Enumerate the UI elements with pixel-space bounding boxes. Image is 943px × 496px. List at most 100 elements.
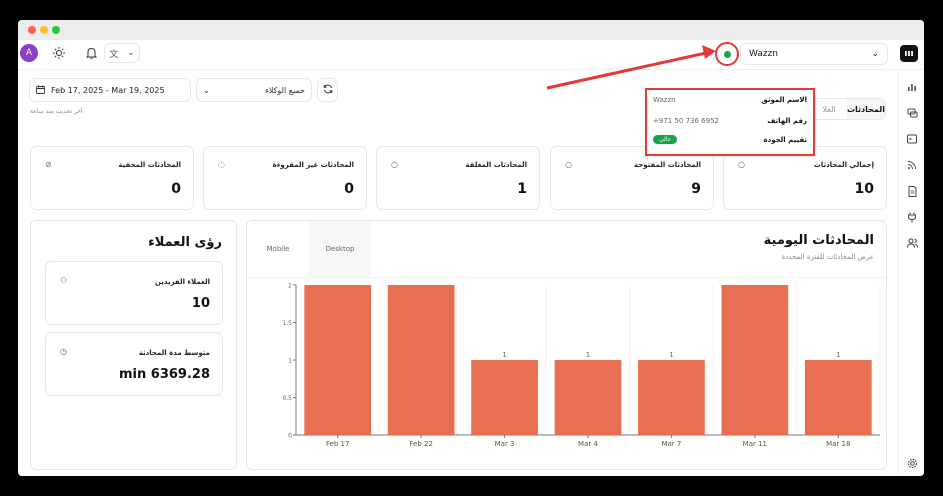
- stat-closed-conversations: ○ المحادثات المغلقة 1: [376, 146, 540, 210]
- card-label: العملاء الفريدين: [154, 278, 210, 286]
- document-icon[interactable]: [903, 182, 921, 200]
- tab-desktop[interactable]: Desktop: [309, 221, 371, 277]
- popup-row-phone: +971 50 736 6952 رقم الهاتف: [653, 117, 807, 125]
- browser-window: A 文 ⌄ Wazzn ⌄ Feb 17, 2025 - Mar 19, 202…: [18, 20, 924, 476]
- stat-unread-conversations: ◌ المحادثات غير المقروءة 0: [203, 146, 367, 210]
- chart-bar: [471, 360, 538, 435]
- chart-y-tick-label: 1.5: [282, 320, 292, 327]
- chart-bar: [387, 285, 455, 435]
- theme-toggle-icon[interactable]: [50, 44, 68, 62]
- highlight-circle: [715, 42, 739, 66]
- window-titlebar: [18, 20, 924, 40]
- maximize-window-dot[interactable]: [52, 26, 60, 34]
- card-value: 10: [191, 296, 210, 311]
- terminal-icon[interactable]: [903, 130, 921, 148]
- chart-bar: [721, 285, 789, 435]
- chart-bar: [804, 360, 872, 435]
- chevron-down-icon: ⌄: [203, 85, 210, 95]
- chart-y-tick-label: 0: [288, 433, 292, 440]
- top-bar: A 文 ⌄ Wazzn ⌄: [18, 40, 924, 70]
- chart-data-label: 1: [669, 351, 673, 359]
- close-window-dot[interactable]: [28, 26, 36, 34]
- stat-value: 1: [517, 181, 527, 197]
- refresh-button[interactable]: [317, 78, 338, 102]
- popup-row-name: Wazzn الاسم الموثق: [653, 96, 807, 104]
- language-selector[interactable]: 文 ⌄: [104, 43, 140, 63]
- clock-icon: ◷: [60, 347, 67, 356]
- plug-icon[interactable]: [903, 208, 921, 226]
- popup-row-quality: عالي تقييم الجودة: [653, 135, 807, 144]
- chart-subtitle: عرض المحادثات للفترة المحددة: [781, 253, 874, 261]
- chart-x-tick-label: Feb 22: [409, 440, 433, 448]
- stat-label: المحادثات المغلقة: [465, 161, 527, 169]
- chart-x-tick-label: Mar 18: [826, 440, 850, 448]
- chat-icon[interactable]: [903, 104, 921, 122]
- unique-customers-card: ⚇ العملاء الفريدين 10: [45, 261, 223, 325]
- chat-bubble-icon: ○: [565, 160, 572, 169]
- users-icon[interactable]: [903, 234, 921, 252]
- card-value: min 6369.28: [119, 367, 210, 382]
- chart-bar: [554, 360, 622, 435]
- chart-y-tick-label: 2: [288, 283, 292, 290]
- card-label: متوسط مدة المحادثة: [138, 349, 210, 357]
- date-range-picker[interactable]: Feb 17, 2025 - Mar 19, 2025: [29, 78, 191, 102]
- chevron-down-icon: ⌄: [871, 49, 879, 59]
- verified-name-label: الاسم الموثق: [761, 96, 807, 104]
- avatar[interactable]: A: [20, 44, 38, 62]
- stat-label: المحادثات غير المقروءة: [272, 161, 354, 169]
- tab-conversations[interactable]: المحادثات: [846, 99, 885, 119]
- stat-label: إجمالي المحادثات: [813, 161, 874, 169]
- last-update-text: آخر تحديث منذ ساعة: [30, 108, 83, 115]
- minimize-window-dot[interactable]: [40, 26, 48, 34]
- app-root: A 文 ⌄ Wazzn ⌄ Feb 17, 2025 - Mar 19, 202…: [18, 40, 924, 476]
- eye-off-icon: ⊘: [45, 160, 52, 169]
- stat-hidden-conversations: ⊘ المحادثات المخفية 0: [30, 146, 194, 210]
- stat-value: 9: [691, 181, 701, 197]
- chart-x-tick-label: Feb 17: [326, 440, 350, 448]
- contact-info-popup: Wazzn الاسم الموثق +971 50 736 6952 رقم …: [645, 88, 815, 156]
- tab-mobile[interactable]: Mobile: [247, 221, 309, 277]
- chart-title: المحادثات اليومية: [763, 233, 874, 248]
- chart-data-label: 1: [502, 351, 506, 359]
- stat-label: المحادثات المخفية: [118, 161, 181, 169]
- agents-filter-select[interactable]: ⌄ جميع الوكلاء: [196, 78, 312, 102]
- rss-icon[interactable]: [903, 156, 921, 174]
- side-navigation: [898, 70, 924, 476]
- date-range-text: Feb 17, 2025 - Mar 19, 2025: [51, 85, 165, 95]
- customer-insights-panel: رؤى العملاء ⚇ العملاء الفريدين 10 ◷ متوس…: [30, 220, 237, 470]
- calendar-icon: [36, 85, 45, 96]
- translate-icon: 文: [109, 49, 119, 60]
- app-logo[interactable]: [900, 45, 918, 62]
- analytics-tabs: العلا المحادثات: [810, 98, 886, 120]
- chart-data-label: 1: [586, 351, 590, 359]
- verified-name-value: Wazzn: [653, 96, 676, 104]
- tab-other[interactable]: العلا: [811, 99, 847, 119]
- chart-x-tick-label: Mar 11: [743, 440, 767, 448]
- users-icon: ⚇: [60, 276, 68, 285]
- bar-chart-icon[interactable]: [903, 78, 921, 96]
- panel-title: رؤى العملاء: [148, 235, 222, 250]
- chevron-down-icon: ⌄: [127, 48, 135, 58]
- inbox-selector[interactable]: Wazzn ⌄: [740, 43, 888, 65]
- inbox-name: Wazzn: [749, 49, 778, 59]
- quality-badge: عالي: [653, 135, 678, 144]
- refresh-icon: [323, 84, 333, 97]
- chat-bubble-icon: ○: [738, 160, 745, 169]
- phone-value: +971 50 736 6952: [653, 117, 719, 125]
- stat-label: المحادثات المفتوحة: [633, 161, 701, 169]
- chat-bubble-icon: ○: [391, 160, 398, 169]
- bell-icon: ◌: [218, 160, 225, 169]
- chart-y-tick-label: 0.5: [282, 395, 292, 402]
- gear-icon[interactable]: [903, 454, 921, 472]
- chart-y-tick-label: 1: [288, 358, 292, 365]
- stat-value: 10: [854, 181, 874, 197]
- daily-conversations-chart: 0 0.5 1 1.5 2 Feb 17 Feb 22 1 Mar 3 1 Mar 4 1 Mar 7 M…: [282, 283, 881, 448]
- stat-value: 0: [344, 181, 354, 197]
- avg-duration-card: ◷ متوسط مدة المحادثة min 6369.28: [45, 332, 223, 396]
- chart-bar: [638, 360, 705, 435]
- chart-x-tick-label: Mar 4: [578, 440, 598, 448]
- chart-x-tick-label: Mar 7: [661, 440, 681, 448]
- notification-bell-icon[interactable]: [82, 44, 100, 62]
- phone-label: رقم الهاتف: [767, 117, 807, 125]
- chart-bar: [304, 285, 372, 435]
